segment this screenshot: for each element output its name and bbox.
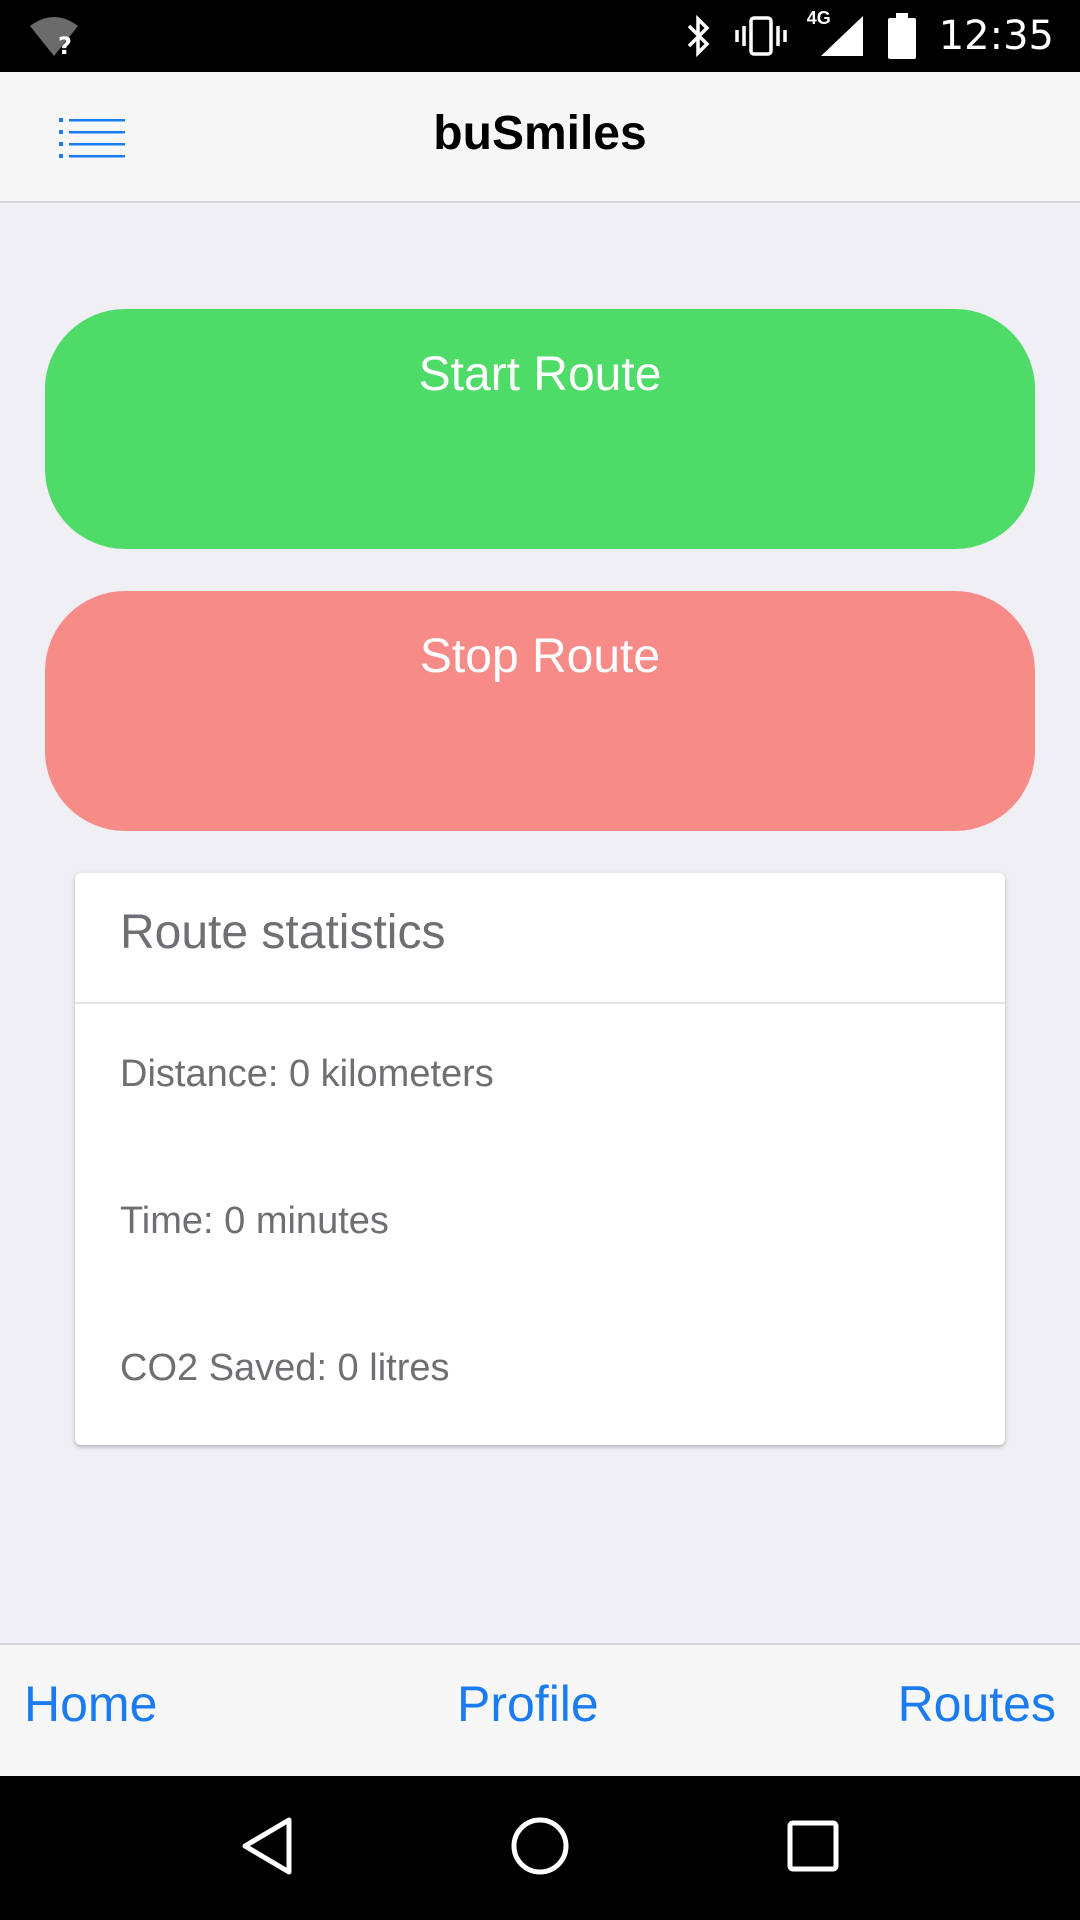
- tab-routes[interactable]: Routes: [898, 1675, 1056, 1733]
- signal-icon: 4G: [807, 8, 865, 58]
- status-bar: ? 4G 12:35: [0, 0, 1080, 72]
- app-header: buSmiles: [0, 72, 1080, 203]
- wifi-unknown-icon: ?: [28, 14, 80, 58]
- card-title: Route statistics: [75, 873, 1005, 1004]
- nav-back-button[interactable]: [222, 1803, 312, 1893]
- tab-profile[interactable]: Profile: [457, 1675, 599, 1733]
- system-nav-bar: [0, 1776, 1080, 1920]
- start-route-button[interactable]: Start Route: [45, 309, 1035, 549]
- svg-text:?: ?: [58, 32, 72, 58]
- time-stat: Time: 0 minutes: [120, 1200, 389, 1242]
- status-right: 4G 12:35: [683, 8, 1054, 59]
- bluetooth-icon: [683, 15, 713, 57]
- page-title: buSmiles: [433, 107, 647, 160]
- battery-icon: [887, 13, 917, 59]
- tab-home[interactable]: Home: [24, 1675, 157, 1733]
- vibrate-icon: [734, 15, 787, 57]
- back-icon: [239, 1816, 295, 1881]
- nav-home-button[interactable]: [495, 1803, 585, 1893]
- co2-saved-stat: CO2 Saved: 0 litres: [120, 1347, 450, 1389]
- status-left: ?: [28, 14, 80, 58]
- distance-stat: Distance: 0 kilometers: [120, 1053, 494, 1095]
- bottom-tab-bar: Home Profile Routes: [0, 1643, 1080, 1776]
- network-type-label: 4G: [806, 8, 831, 28]
- stop-route-button[interactable]: Stop Route: [45, 591, 1035, 831]
- status-time: 12:35: [938, 13, 1054, 59]
- home-circle-icon: [510, 1816, 570, 1881]
- recents-icon: [787, 1820, 839, 1877]
- nav-recents-button[interactable]: [768, 1803, 858, 1893]
- route-statistics-card: Route statistics Distance: 0 kilometers …: [75, 873, 1005, 1445]
